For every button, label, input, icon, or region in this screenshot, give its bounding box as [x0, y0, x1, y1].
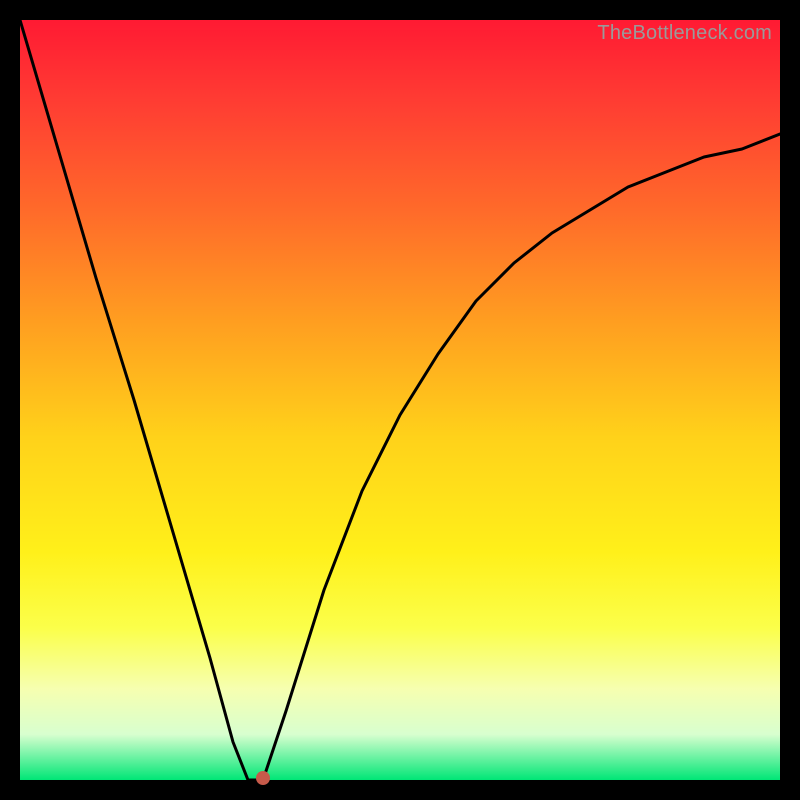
- plot-area: TheBottleneck.com: [20, 20, 780, 780]
- watermark-text: TheBottleneck.com: [597, 22, 772, 45]
- optimal-point-marker: [256, 771, 270, 785]
- bottleneck-curve: [20, 20, 780, 780]
- curve-path: [20, 20, 780, 780]
